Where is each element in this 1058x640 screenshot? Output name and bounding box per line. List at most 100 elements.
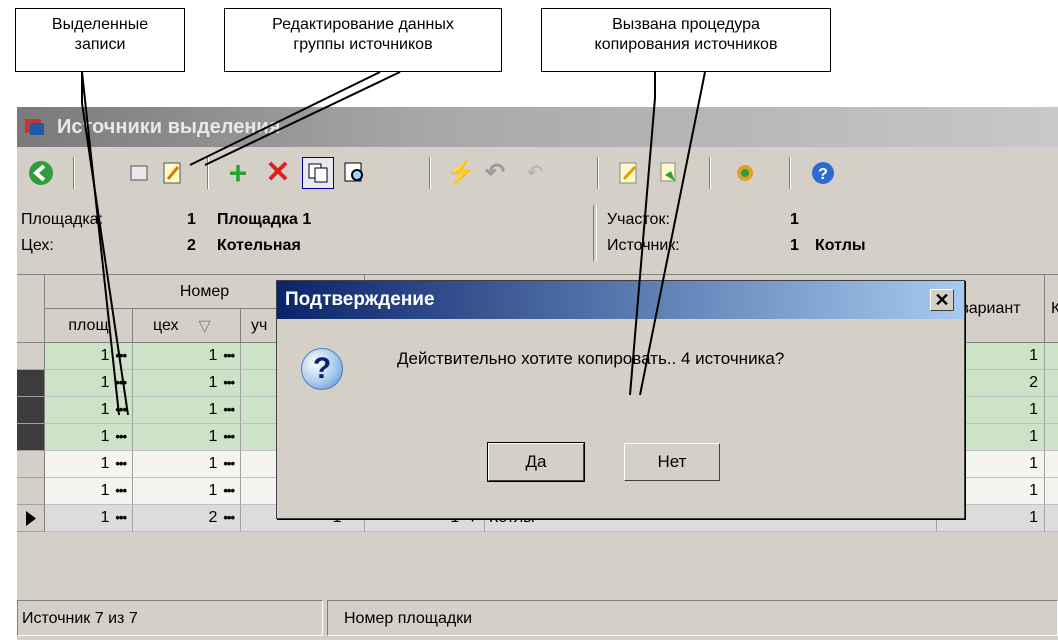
flash-icon[interactable]: ⚡	[445, 157, 477, 189]
ellipsis-button[interactable]: •••	[223, 402, 235, 417]
cell-shop[interactable]: 1 •••	[133, 343, 241, 370]
cell-shop[interactable]: 2 •••	[133, 505, 241, 532]
row-indicator[interactable]	[17, 343, 45, 370]
cell-site-value: 1	[100, 347, 110, 364]
add-icon[interactable]: +	[222, 157, 254, 189]
cell-k[interactable]	[1045, 505, 1058, 532]
edit-group-icon[interactable]	[157, 157, 189, 189]
confirm-dialog: Подтверждение ✕ ? Действительно хотите к…	[276, 280, 965, 519]
ellipsis-button[interactable]: •••	[115, 375, 127, 390]
ellipsis-button[interactable]: •••	[223, 483, 235, 498]
cell-site[interactable]: 1 •••	[45, 370, 133, 397]
ellipsis-button[interactable]: •••	[223, 375, 235, 390]
ellipsis-button[interactable]: •••	[115, 483, 127, 498]
cell-variant-value: 1	[1029, 401, 1038, 418]
site-label: Площадка:	[21, 211, 104, 228]
site-number: 1	[187, 211, 196, 228]
status-bar: Источник 7 из 7 Номер площадки	[17, 600, 1058, 640]
close-icon[interactable]: ✕	[930, 289, 954, 311]
note-icon[interactable]	[613, 157, 645, 189]
cell-shop[interactable]: 1 •••	[133, 478, 241, 505]
ellipsis-button[interactable]: •••	[223, 348, 235, 363]
cell-shop-value: 1	[208, 455, 218, 472]
delete-icon[interactable]: ✕	[262, 157, 294, 189]
row-indicator[interactable]	[17, 424, 45, 451]
no-button[interactable]: Нет	[624, 443, 720, 481]
row-indicator[interactable]	[17, 478, 45, 505]
callout-copy-procedure: Вызвана процедура копирования источников	[541, 8, 831, 72]
ellipsis-button[interactable]: •••	[223, 456, 235, 471]
copy-icon[interactable]	[302, 157, 334, 189]
row-indicator[interactable]	[17, 370, 45, 397]
go-back-icon[interactable]	[25, 157, 57, 189]
column-header-site[interactable]: площ	[45, 309, 133, 343]
cell-site-value: 1	[100, 401, 110, 418]
area-label: Участок:	[607, 211, 670, 228]
ellipsis-button[interactable]: •••	[223, 429, 235, 444]
cell-shop-value: 1	[208, 374, 218, 391]
cell-shop[interactable]: 1 •••	[133, 397, 241, 424]
toolbar-separator	[73, 157, 75, 189]
ellipsis-button[interactable]: •••	[223, 510, 235, 525]
cell-k[interactable]	[1045, 397, 1058, 424]
undo-icon[interactable]: ↶	[479, 157, 511, 189]
cell-shop[interactable]: 1 •••	[133, 370, 241, 397]
callout-copy-text: Вызвана процедура копирования источников	[594, 16, 778, 53]
row-indicator[interactable]	[17, 397, 45, 424]
area-number: 1	[790, 211, 799, 228]
toolbar-separator	[789, 157, 791, 189]
toolbar: + ✕ ⚡ ↶ ↶ ?	[17, 149, 1058, 197]
cell-site-value: 1	[100, 428, 110, 445]
site-name: Площадка 1	[217, 211, 312, 228]
cell-site[interactable]: 1 •••	[45, 451, 133, 478]
ellipsis-button[interactable]: •••	[115, 348, 127, 363]
ellipsis-button[interactable]: •••	[115, 456, 127, 471]
grid-corner	[17, 275, 45, 343]
row-current-indicator[interactable]	[17, 505, 45, 532]
cell-site-value: 1	[100, 482, 110, 499]
find-icon[interactable]	[339, 157, 371, 189]
cell-shop-value: 1	[208, 401, 218, 418]
cell-site[interactable]: 1 •••	[45, 397, 133, 424]
cell-shop[interactable]: 1 •••	[133, 451, 241, 478]
shop-label: Цех:	[21, 237, 54, 254]
cell-site[interactable]: 1 •••	[45, 478, 133, 505]
cell-site[interactable]: 1 •••	[45, 424, 133, 451]
cell-k[interactable]	[1045, 424, 1058, 451]
export-icon[interactable]	[653, 157, 685, 189]
dialog-message: Действительно хотите копировать.. 4 исто…	[397, 349, 785, 368]
cell-k[interactable]	[1045, 370, 1058, 397]
redo-icon[interactable]: ↶	[519, 157, 551, 189]
cell-k[interactable]	[1045, 343, 1058, 370]
cell-site-value: 1	[100, 374, 110, 391]
cell-site[interactable]: 1 •••	[45, 505, 133, 532]
column-header-k[interactable]: К	[1045, 275, 1058, 343]
dialog-titlebar: Подтверждение ✕	[277, 281, 964, 319]
status-record: Источник 7 из 7	[17, 600, 323, 636]
toolbar-separator	[597, 157, 599, 189]
callout-selected-records: Выделенные записи	[15, 8, 185, 72]
cell-shop[interactable]: 1 •••	[133, 424, 241, 451]
app-icon	[25, 119, 44, 135]
window-titlebar: Источники выделения	[17, 107, 1058, 147]
cell-k[interactable]	[1045, 478, 1058, 505]
cell-site[interactable]: 1 •••	[45, 343, 133, 370]
ellipsis-button[interactable]: •••	[115, 510, 127, 525]
row-indicator[interactable]	[17, 451, 45, 478]
toolbar-separator	[709, 157, 711, 189]
question-icon: ?	[301, 348, 343, 390]
ellipsis-button[interactable]: •••	[115, 429, 127, 444]
cell-variant-value: 1	[1029, 482, 1038, 499]
ellipsis-button[interactable]: •••	[115, 402, 127, 417]
view-icon[interactable]	[123, 157, 155, 189]
svg-text:?: ?	[818, 166, 828, 183]
info-divider	[593, 205, 597, 261]
tools-icon[interactable]	[729, 157, 761, 189]
toolbar-separator	[429, 157, 431, 189]
help-icon[interactable]: ?	[807, 157, 839, 189]
yes-button[interactable]: Да	[487, 442, 585, 482]
source-label: Источник:	[607, 237, 680, 254]
cell-shop-value: 2	[208, 509, 218, 526]
cell-k[interactable]	[1045, 451, 1058, 478]
column-header-shop[interactable]: цех ▽	[133, 309, 241, 343]
